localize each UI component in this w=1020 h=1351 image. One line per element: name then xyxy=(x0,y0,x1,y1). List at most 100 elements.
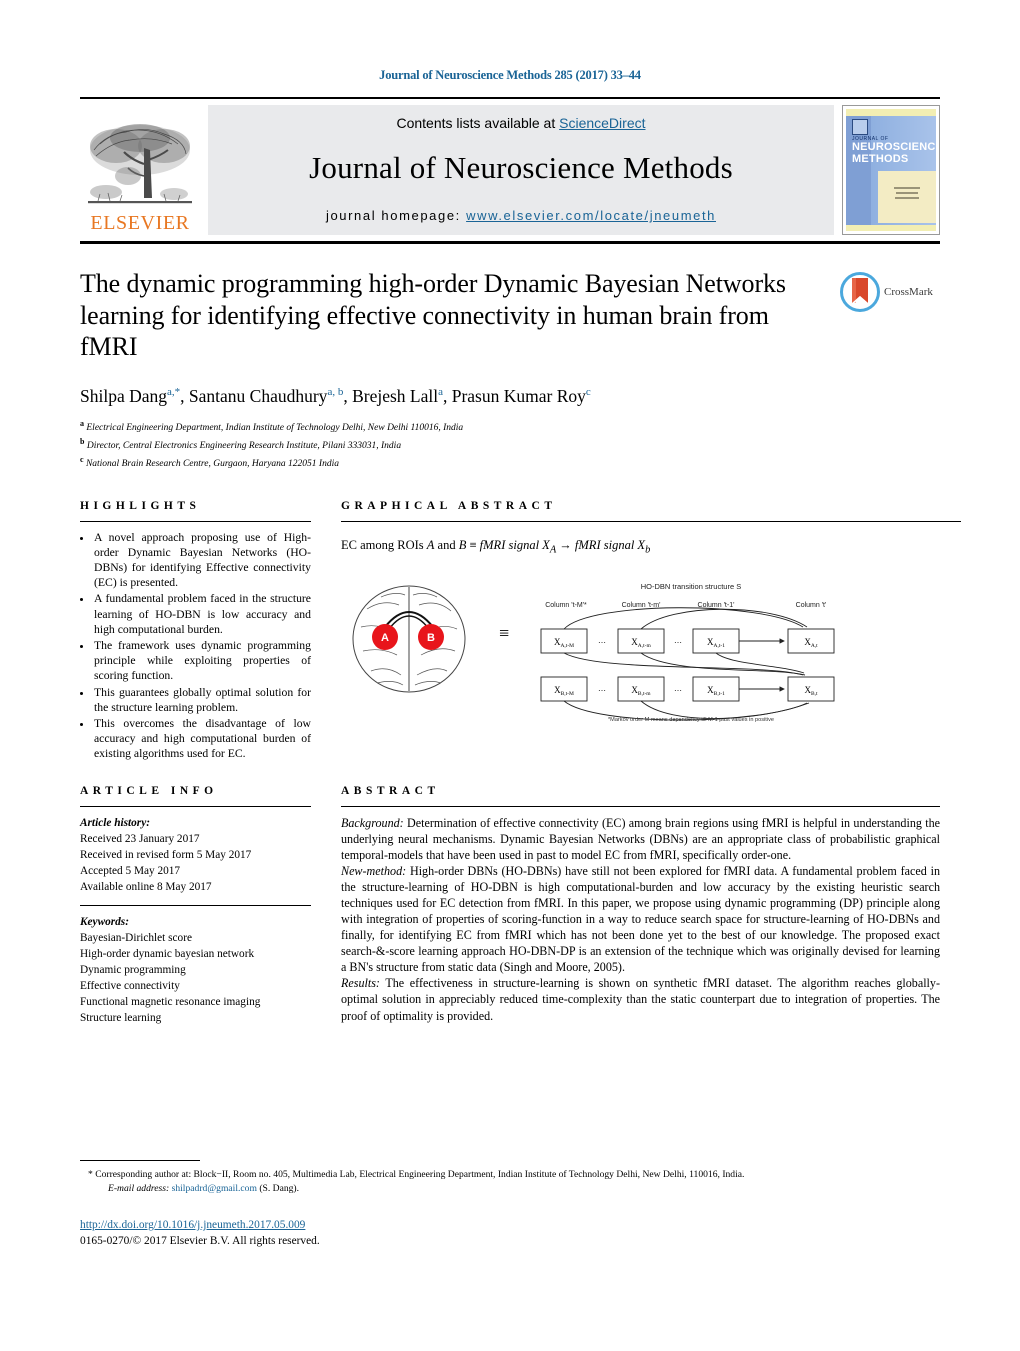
crossmark-badge[interactable]: CrossMark xyxy=(840,268,940,312)
diagram-title: HO-DBN transition structure S xyxy=(641,582,741,591)
author-affil-mark: a, xyxy=(167,386,175,399)
abstract-section-text: High-order DBNs (HO-DBNs) have still not… xyxy=(341,863,940,975)
elsevier-wordmark: ELSEVIER xyxy=(90,212,190,234)
column-label: Column 't' xyxy=(796,602,827,609)
brain-illustration-icon: A B xyxy=(352,585,466,693)
eq-prefix: EC among ROIs xyxy=(341,537,427,552)
highlights-and-graphical-abstract: HIGHLIGHTS A novel approach proposing us… xyxy=(80,500,961,763)
brain-node-label: A xyxy=(381,632,389,644)
masthead-center-panel: Contents lists available at ScienceDirec… xyxy=(208,105,834,235)
elsevier-tree-icon xyxy=(88,124,192,204)
highlights-list: A novel approach proposing use of High-o… xyxy=(80,530,311,762)
list-item: A fundamental problem faced in the struc… xyxy=(93,591,311,637)
sciencedirect-link[interactable]: ScienceDirect xyxy=(559,115,645,131)
affiliation-text: Director, Central Electronics Engineerin… xyxy=(86,440,402,451)
cover-line2-text: NEUROSCIENCE xyxy=(852,141,936,153)
corresponding-text: Corresponding author at: Block−II, Room … xyxy=(92,1169,745,1180)
cover-line3-text: METHODS xyxy=(852,152,909,165)
abstract-paragraph: Background: Determination of effective c… xyxy=(341,815,940,863)
abstract-rule xyxy=(341,805,940,807)
author-entry: Brejesh Lalla xyxy=(352,386,443,406)
author-sep: , xyxy=(343,386,353,407)
affiliation-list: a Electrical Engineering Department, Ind… xyxy=(80,418,820,472)
affiliation-text: Electrical Engineering Department, India… xyxy=(86,423,464,434)
eq-equiv: ≡ xyxy=(466,537,480,552)
running-head: Journal of Neuroscience Methods 285 (201… xyxy=(379,68,641,82)
email-label: E-mail address: xyxy=(108,1183,170,1195)
list-item: A novel approach proposing use of High-o… xyxy=(93,530,311,591)
abstract-paragraph: New-method: High-order DBNs (HO-DBNs) ha… xyxy=(341,863,940,976)
articleinfo-and-abstract: ARTICLE INFO Article history: Received 2… xyxy=(80,785,940,1026)
history-item: Received in revised form 5 May 2017 xyxy=(80,848,252,861)
equivalence-sign: ≡ xyxy=(499,623,509,643)
history-item: Received 23 January 2017 xyxy=(80,832,200,845)
diagram-edges xyxy=(563,607,810,721)
column-label: Column 't-M'* xyxy=(545,602,587,609)
ellipsis: ⋯ xyxy=(674,686,682,695)
title-block: The dynamic programming high-order Dynam… xyxy=(80,268,940,472)
page-footer: * Corresponding author at: Block−II, Roo… xyxy=(80,1160,965,1250)
affiliation-mark: c xyxy=(80,454,84,464)
affiliation-mark: a xyxy=(80,418,84,428)
abstract-section-label: New-method: xyxy=(341,863,407,878)
author-email-link[interactable]: shilpadrd@gmail.com xyxy=(172,1183,257,1194)
cover-top-band xyxy=(846,109,936,116)
abstract-paragraph: Results: The effectiveness in structure-… xyxy=(341,975,940,1023)
ellipsis: ⋯ xyxy=(598,686,606,695)
keywords-label: Keywords: xyxy=(80,915,129,928)
footnote-rule xyxy=(80,1160,200,1161)
abstract-section-text: Determination of effective connectivity … xyxy=(341,815,940,862)
eq-arrow: → xyxy=(556,537,575,552)
journal-title: Journal of Neuroscience Methods xyxy=(309,149,733,185)
abstract-column: ABSTRACT Background: Determination of ef… xyxy=(311,785,940,1024)
doi-block: http://dx.doi.org/10.1016/j.jneumeth.201… xyxy=(80,1217,965,1250)
author-name: Prasun Kumar Roy xyxy=(451,386,586,407)
highlights-column: HIGHLIGHTS A novel approach proposing us… xyxy=(80,500,311,763)
ho-dbn-diagram-svg: A B ≡ HO-DBN transition structure S Colu… xyxy=(352,582,835,723)
eq-sub-b: b xyxy=(645,544,651,556)
abstract-section-label: Results: xyxy=(341,976,380,991)
article-info-rule xyxy=(80,805,311,807)
abstract-section-label: Background: xyxy=(341,815,404,830)
author-affil-mark: c xyxy=(585,386,591,399)
list-item: This overcomes the disadvantage of low a… xyxy=(93,716,311,762)
keyword-item: Functional magnetic resonance imaging xyxy=(80,995,261,1008)
abstract-body: Background: Determination of effective c… xyxy=(341,815,940,1024)
graphical-abstract-equation: EC among ROIs A and B ≡ fMRI signal XA →… xyxy=(341,538,961,556)
author-name: Brejesh Lall xyxy=(352,386,439,407)
contents-line: Contents lists available at ScienceDirec… xyxy=(208,115,834,131)
keywords-rule xyxy=(80,904,311,906)
doi-link[interactable]: http://dx.doi.org/10.1016/j.jneumeth.201… xyxy=(80,1219,305,1231)
graphical-abstract-column: GRAPHICAL ABSTRACT EC among ROIs A and B… xyxy=(311,500,961,758)
author-entry: Santanu Chaudhurya, b xyxy=(189,386,343,406)
keyword-item: High-order dynamic bayesian network xyxy=(80,947,255,960)
author-sep: , xyxy=(442,386,452,407)
article-history-label: Article history: xyxy=(80,816,150,829)
author-entry: Shilpa Danga,* xyxy=(80,386,180,406)
author-name: Shilpa Dang xyxy=(80,386,168,407)
affiliation-mark: b xyxy=(80,436,85,446)
graphical-abstract-heading: GRAPHICAL ABSTRACT xyxy=(341,499,557,512)
crossmark-icon xyxy=(840,272,880,312)
paper-page: Journal of Neuroscience Methods 285 (201… xyxy=(0,0,1020,1351)
graphical-abstract-diagram: A B ≡ HO-DBN transition structure S Colu… xyxy=(341,577,961,727)
keyword-item: Structure learning xyxy=(80,1011,162,1024)
author-sep: , xyxy=(180,386,189,407)
crossmark-label: CrossMark xyxy=(884,286,933,298)
node-row-a xyxy=(540,628,835,654)
article-info-heading: ARTICLE INFO xyxy=(80,784,218,797)
abstract-section-text: The effectiveness in structure-learning … xyxy=(341,976,940,1023)
brain-node-label: B xyxy=(427,632,435,644)
list-item: This guarantees globally optimal solutio… xyxy=(93,685,311,715)
affiliation-item: b Director, Central Electronics Engineer… xyxy=(80,436,820,454)
graphical-abstract-rule xyxy=(341,520,961,522)
eq-signal-a: fMRI signal X xyxy=(479,537,550,552)
highlights-rule xyxy=(80,520,311,522)
journal-homepage-link[interactable]: www.elsevier.com/locate/jneumeth xyxy=(466,208,716,223)
copyright-line: 0165-0270/© 2017 Elsevier B.V. All right… xyxy=(80,1235,320,1248)
contents-prefix: Contents lists available at xyxy=(396,115,560,131)
diagram-footnote: *Markov order M means dependency till M-… xyxy=(608,717,774,723)
affiliation-item: a Electrical Engineering Department, Ind… xyxy=(80,418,820,436)
journal-cover-thumbnail[interactable]: JOURNAL OF NEUROSCIENCE METHODS xyxy=(842,105,940,235)
article-info-column: ARTICLE INFO Article history: Received 2… xyxy=(80,785,311,1026)
